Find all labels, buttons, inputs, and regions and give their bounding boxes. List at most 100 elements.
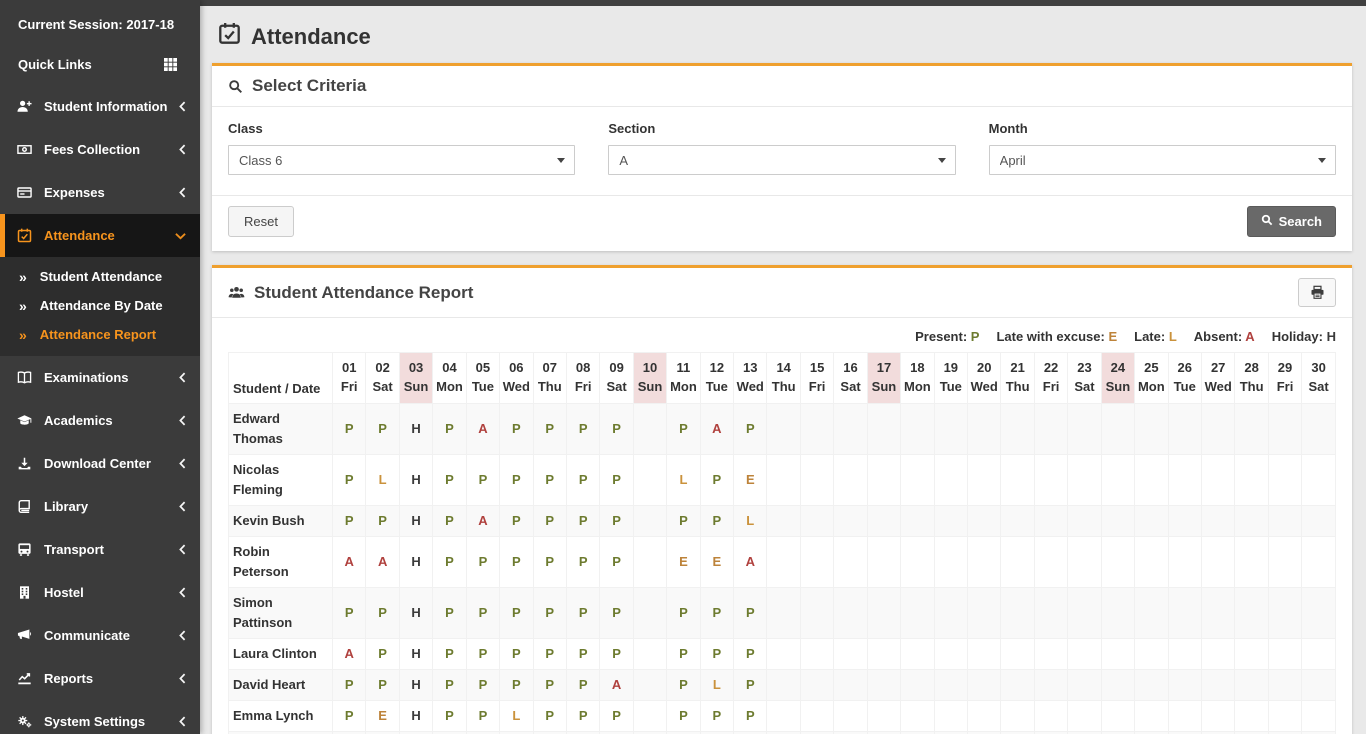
sidebar-item-fees-collection[interactable]: Fees Collection [0,128,200,171]
sidebar-item-system-settings[interactable]: System Settings [0,700,200,734]
day-header-07: 07Thu [533,353,566,404]
sidebar-item-student-information[interactable]: Student Information [0,85,200,128]
attendance-mark: A [333,537,366,588]
user-plus-icon [17,99,35,114]
attendance-mark [834,455,867,506]
chevron-left-icon [179,501,186,512]
criteria-footer: Reset Search [212,195,1352,251]
attendance-mark: P [600,639,633,670]
sidebar-item-reports[interactable]: Reports [0,657,200,700]
attendance-mark [800,701,833,732]
day-header-29: 29Fri [1268,353,1301,404]
page-title-text: Attendance [251,24,371,50]
legend-label: Late: [1134,329,1165,344]
class-select-wrap: Class 6 [228,145,575,175]
report-title: Student Attendance Report [254,283,473,303]
attendance-mark [934,588,967,639]
attendance-mark [1001,506,1034,537]
class-select[interactable]: Class 6 [228,145,575,175]
attendance-mark [1302,506,1336,537]
day-header-16: 16Sat [834,353,867,404]
sidebar-item-expenses[interactable]: Expenses [0,171,200,214]
sidebar-item-transport[interactable]: Transport [0,528,200,571]
student-name: Emma Lynch [229,701,333,732]
day-header-14: 14Thu [767,353,800,404]
attendance-mark [834,639,867,670]
attendance-mark [1101,404,1134,455]
attendance-mark [800,404,833,455]
attendance-mark [934,701,967,732]
attendance-mark [767,455,800,506]
attendance-mark [901,506,934,537]
table-row: Kevin BushPPHPAPPPPPPL [229,506,1336,537]
sidebar-item-download-center[interactable]: Download Center [0,442,200,485]
sidebar-item-attendance-report[interactable]: »Attendance Report [0,320,200,349]
sidebar-item-examinations[interactable]: Examinations [0,356,200,399]
book-open-icon [17,370,35,385]
attendance-mark [767,404,800,455]
attendance-mark [1302,404,1336,455]
attendance-mark [1302,537,1336,588]
attendance-mark: P [734,670,767,701]
attendance-mark: P [333,701,366,732]
sidebar-item-label: Download Center [44,456,179,471]
legend-label: Absent: [1194,329,1242,344]
attendance-report-panel: Student Attendance Report Present: PLate… [212,265,1352,734]
attendance-mark [1068,537,1101,588]
search-button[interactable]: Search [1247,206,1336,237]
legend-code: L [1169,329,1177,344]
attendance-mark: P [700,455,733,506]
sidebar-item-attendance-by-date[interactable]: » Attendance By Date [0,291,200,320]
attendance-mark [968,537,1001,588]
sidebar-item-communicate[interactable]: Communicate [0,614,200,657]
attendance-mark [1168,588,1201,639]
day-header-01: 01Fri [333,353,366,404]
attendance-mark: A [600,670,633,701]
sidebar-menu: Student InformationFees CollectionExpens… [0,85,200,734]
table-row: Robin PetersonAAHPPPPPPEEA [229,537,1336,588]
sidebar-item-attendance[interactable]: Attendance [0,214,200,257]
sidebar-subitem-label: Attendance By Date [40,298,163,313]
double-chevron-icon: » [19,270,27,284]
select-criteria-panel: Select Criteria ClassClass 6SectionAMont… [212,63,1352,251]
attendance-mark [901,639,934,670]
attendance-mark: P [500,588,533,639]
print-button[interactable] [1298,278,1336,307]
attendance-mark [1302,588,1336,639]
attendance-mark [800,506,833,537]
attendance-mark [1101,701,1134,732]
sidebar-item-library[interactable]: Library [0,485,200,528]
calendar-check-icon [17,228,35,243]
sidebar-item-academics[interactable]: Academics [0,399,200,442]
attendance-mark [1268,455,1301,506]
double-chevron-icon: » [19,299,27,313]
attendance-mark: P [500,455,533,506]
attendance-mark: P [734,404,767,455]
attendance-mark [1268,639,1301,670]
day-header-18: 18Mon [901,353,934,404]
attendance-mark [901,404,934,455]
quick-links-label: Quick Links [18,57,92,72]
day-header-15: 15Fri [800,353,833,404]
calendar-check-icon [218,22,241,51]
chevron-left-icon [179,372,186,383]
attendance-mark [1034,639,1067,670]
attendance-mark [934,455,967,506]
day-header-06: 06Wed [500,353,533,404]
day-header-22: 22Fri [1034,353,1067,404]
sidebar-item-quick-links[interactable]: Quick Links [0,44,200,85]
sidebar-item-student-attendance[interactable]: »Student Attendance [0,262,200,291]
sidebar-item-label: System Settings [44,714,179,729]
sidebar-item-hostel[interactable]: Hostel [0,571,200,614]
attendance-mark: H [399,537,432,588]
attendance-mark: P [566,639,599,670]
attendance-mark: H [399,639,432,670]
reset-button[interactable]: Reset [228,206,294,237]
month-select[interactable]: April [989,145,1336,175]
day-header-24: 24Sun [1101,353,1134,404]
attendance-mark [968,701,1001,732]
attendance-mark: P [667,404,700,455]
chart-line-icon [17,671,35,686]
attendance-mark [867,506,900,537]
section-select[interactable]: A [608,145,955,175]
